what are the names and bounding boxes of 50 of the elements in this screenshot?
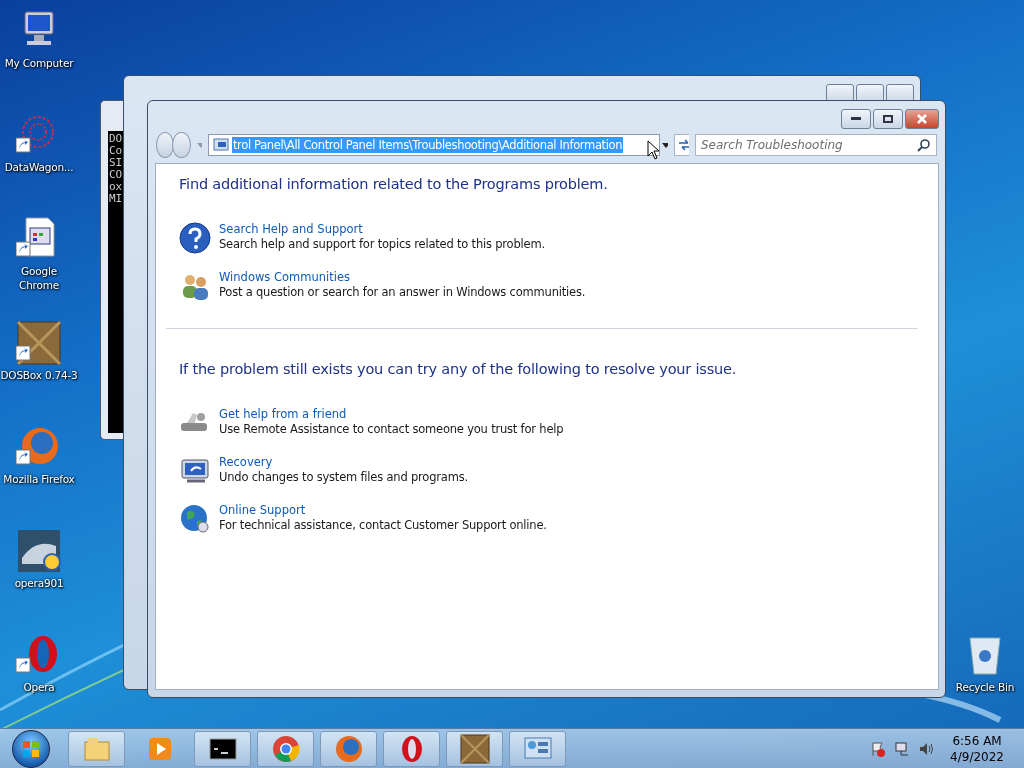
option-link[interactable]: Windows Communities <box>219 270 586 285</box>
installer-icon[interactable] <box>16 528 62 574</box>
flag-icon[interactable] <box>870 740 887 757</box>
option-description: Undo changes to system files and programs. <box>219 470 468 485</box>
help-icon <box>179 222 211 254</box>
dosbox-icon <box>459 733 490 764</box>
desktop-icon-label[interactable]: Recycle Bin <box>955 680 1015 694</box>
desktop-icon-label[interactable]: opera901 <box>14 576 64 590</box>
option-link[interactable]: Get help from a friend <box>219 407 564 422</box>
windows-logo-icon <box>22 739 40 758</box>
option-link[interactable]: Online Support <box>219 503 547 518</box>
close-button[interactable] <box>905 109 939 129</box>
control-panel-icon <box>212 138 229 152</box>
console-text: CO <box>109 169 124 181</box>
desktop-icon-label[interactable]: My Computer <box>4 56 74 70</box>
desktop-icon-label[interactable]: DOSBox 0.74-3 <box>0 368 78 382</box>
minimize-button[interactable] <box>841 109 871 129</box>
option-link[interactable]: Recovery <box>219 455 468 470</box>
console-text: Co <box>109 145 124 157</box>
console-text: DO <box>109 133 124 145</box>
desktop-icon-label[interactable]: DataWagon... <box>4 160 74 174</box>
option-description: Search help and support for topics related to this problem. <box>219 237 545 252</box>
dosbox-icon[interactable] <box>16 320 62 366</box>
search-icon[interactable] <box>917 138 931 152</box>
maximize-button[interactable] <box>873 109 903 129</box>
desktop-icon-label[interactable]: Google Chrome <box>0 264 78 292</box>
option-link[interactable]: Search Help and Support <box>219 222 545 237</box>
mouse-pointer-icon <box>647 140 661 160</box>
start-button[interactable] <box>12 729 50 768</box>
section-heading: Find additional information related to the Programs problem. <box>179 176 609 192</box>
clock-date[interactable]: 4/9/2022 <box>950 748 1004 765</box>
search-field[interactable]: Search Troubleshooting <box>695 134 937 156</box>
desktop-icon-label[interactable]: Mozilla Firefox <box>3 472 75 486</box>
globe-icon <box>179 503 211 535</box>
console-text: MI <box>109 193 124 205</box>
browser-icon <box>270 733 301 764</box>
option-description: For technical assistance, contact Customer Support online. <box>219 518 547 533</box>
section-heading: If the problem still exists you can try any of the following to resolve your issue. <box>179 361 738 377</box>
console-text: SI <box>109 157 124 169</box>
option-description: Use Remote Assistance to contact someone you trust for help <box>219 422 564 437</box>
console-text: ox <box>109 181 124 193</box>
clock-time[interactable]: 6:56 AM <box>952 732 1002 749</box>
refresh-icon[interactable] <box>674 134 689 156</box>
minimize-icon <box>851 117 861 121</box>
console-window[interactable]: DO Co SI CO ox MI <box>100 100 123 440</box>
taskbar-button[interactable] <box>194 730 251 767</box>
close-icon <box>916 114 928 124</box>
network-icon[interactable] <box>894 740 911 757</box>
maximize-icon <box>883 115 893 123</box>
option-description: Post a question or search for an answer in Windows communities. <box>219 285 586 300</box>
